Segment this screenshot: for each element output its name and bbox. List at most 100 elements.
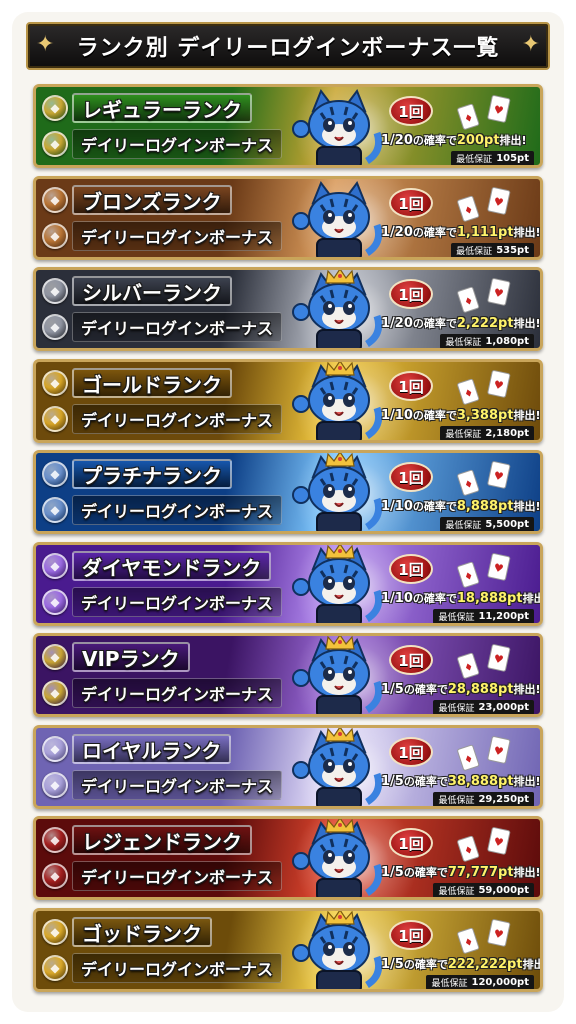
payout-suffix: 排出!: [513, 409, 541, 422]
rank-card[interactable]: ◆ ◆ ブロンズランク デイリーログインボーナス 1回 ♦ ♥ 1/20の確率で…: [33, 176, 543, 260]
odds-value: 1/10: [381, 499, 413, 514]
guarantee-label: 最低保証: [445, 338, 482, 348]
cat-mascot-icon: [292, 89, 383, 165]
daily-login-bonus-label: デイリーログインボーナス: [72, 678, 283, 708]
crown-icon: [325, 453, 355, 467]
guarantee-label: 最低保証: [456, 247, 493, 257]
count-badge: 1回: [389, 371, 433, 401]
rank-name: ロイヤルランク: [72, 734, 232, 764]
rank-card[interactable]: ◆ ◆ レジェンドランク デイリーログインボーナス 1回 ♦ ♥ 1/5の確率で…: [33, 816, 543, 900]
payout-suffix: 排出!: [513, 683, 541, 696]
coin-icon: ◆: [42, 955, 68, 981]
minimum-guarantee: 最低保証 105pt: [451, 151, 534, 165]
payout-points: 18,888pt: [456, 591, 523, 606]
daily-login-bonus-label: デイリーログインボーナス: [72, 953, 283, 983]
count-badge: 1回: [389, 645, 433, 675]
rank-card[interactable]: ◆ ◆ ゴールドランク デイリーログインボーナス 1回 ♦ ♥ 1/10の確率で…: [33, 359, 543, 443]
crown-icon: [325, 270, 355, 284]
coin-icon: ◆: [42, 680, 68, 706]
odds-value: 1/20: [381, 133, 413, 148]
coin-icon: ◆: [42, 461, 68, 487]
odds-mid-label: の確率で: [403, 958, 448, 971]
playing-cards-icon: ♦ ♥: [457, 278, 511, 313]
coin-icon: ◆: [42, 497, 68, 523]
coin-icon: ◆: [42, 406, 68, 432]
odds-value: 1/5: [381, 865, 404, 880]
coin-icon: ◆: [42, 827, 68, 853]
rank-name: シルバーランク: [72, 276, 232, 306]
rank-name: レギュラーランク: [72, 93, 252, 123]
playing-cards-icon: ♦ ♥: [457, 95, 511, 130]
daily-login-bonus-label: デイリーログインボーナス: [72, 861, 283, 891]
coin-icon: ◆: [42, 863, 68, 889]
odds-text: 1/5の確率で28,888pt排出!: [381, 681, 541, 697]
guarantee-value: 120,000pt: [471, 977, 530, 988]
rank-card[interactable]: ◆ ◆ シルバーランク デイリーログインボーナス 1回 ♦ ♥ 1/20の確率で…: [33, 267, 543, 351]
odds-mid-label: の確率で: [412, 134, 457, 147]
odds-mid-label: の確率で: [412, 592, 457, 605]
rank-name: レジェンドランク: [72, 825, 252, 855]
payout-suffix: 排出!: [513, 775, 541, 788]
crown-icon: [325, 362, 355, 376]
crown-icon: [325, 819, 355, 833]
rank-card[interactable]: ◆ ◆ ロイヤルランク デイリーログインボーナス 1回 ♦ ♥ 1/5の確率で3…: [33, 725, 543, 809]
rank-name: ダイヤモンドランク: [72, 551, 272, 581]
odds-text: 1/10の確率で8,888pt排出!: [381, 498, 541, 514]
minimum-guarantee: 最低保証 59,000pt: [433, 883, 534, 897]
daily-login-bonus-label: デイリーログインボーナス: [72, 221, 283, 251]
minimum-guarantee: 最低保証 120,000pt: [426, 975, 534, 989]
odds-value: 1/20: [381, 316, 413, 331]
payout-suffix: 排出!: [513, 226, 541, 239]
odds-mid-label: の確率で: [412, 226, 457, 239]
payout-points: 38,888pt: [447, 774, 514, 789]
guarantee-label: 最低保証: [445, 430, 482, 440]
minimum-guarantee: 最低保証 535pt: [451, 243, 534, 257]
rank-card[interactable]: ◆ ◆ プラチナランク デイリーログインボーナス 1回 ♦ ♥ 1/10の確率で…: [33, 450, 543, 534]
guarantee-value: 23,000pt: [478, 702, 529, 713]
odds-text: 1/5の確率で77,777pt排出!: [381, 864, 541, 880]
page-title: ランク別 デイリーログインボーナス一覧: [76, 36, 500, 61]
coin-icon: ◆: [42, 553, 68, 579]
payout-points: 1,111pt: [456, 225, 514, 240]
guarantee-value: 5,500pt: [485, 519, 529, 530]
minimum-guarantee: 最低保証 23,000pt: [433, 700, 534, 714]
payout-suffix: 排出!: [513, 866, 541, 879]
playing-cards-icon: ♦ ♥: [457, 461, 511, 496]
odds-text: 1/10の確率で18,888pt排出!: [381, 590, 540, 606]
count-badge: 1回: [389, 828, 433, 858]
playing-cards-icon: ♦ ♥: [457, 553, 511, 588]
rank-card[interactable]: ◆ ◆ ダイヤモンドランク デイリーログインボーナス 1回 ♦ ♥ 1/10の確…: [33, 542, 543, 626]
count-badge: 1回: [389, 279, 433, 309]
payout-suffix: 排出!: [522, 958, 540, 971]
page-header: ✦ ランク別 デイリーログインボーナス一覧 ✦: [26, 22, 550, 70]
coin-icon: ◆: [42, 644, 68, 670]
coin-icon: ◆: [42, 278, 68, 304]
odds-mid-label: の確率で: [403, 683, 448, 696]
coin-icon: ◆: [42, 187, 68, 213]
crown-icon: [325, 911, 355, 925]
coin-icon: ◆: [42, 589, 68, 615]
odds-mid-label: の確率で: [403, 775, 448, 788]
odds-value: 1/10: [381, 591, 413, 606]
minimum-guarantee: 最低保証 2,180pt: [440, 426, 534, 440]
coin-icon: ◆: [42, 314, 68, 340]
rank-name: プラチナランク: [72, 459, 232, 489]
playing-cards-icon: ♦ ♥: [457, 736, 511, 771]
playing-cards-icon: ♦ ♥: [457, 919, 511, 954]
minimum-guarantee: 最低保証 29,250pt: [433, 792, 534, 806]
rank-card[interactable]: ◆ ◆ VIPランク デイリーログインボーナス 1回 ♦ ♥ 1/5の確率で28…: [33, 633, 543, 717]
payout-points: 28,888pt: [447, 682, 514, 697]
rank-card[interactable]: ◆ ◆ レギュラーランク デイリーログインボーナス 1回 ♦ ♥ 1/20の確率…: [33, 84, 543, 168]
rank-card[interactable]: ◆ ◆ ゴッドランク デイリーログインボーナス 1回 ♦ ♥ 1/5の確率で22…: [33, 908, 543, 992]
count-badge: 1回: [389, 188, 433, 218]
daily-login-bonus-label: デイリーログインボーナス: [72, 312, 283, 342]
crown-icon: [325, 545, 355, 559]
guarantee-value: 1,080pt: [485, 336, 529, 347]
guarantee-label: 最低保証: [431, 979, 468, 989]
daily-login-bonus-label: デイリーログインボーナス: [72, 129, 283, 159]
daily-login-bonus-label: デイリーログインボーナス: [72, 587, 283, 617]
payout-suffix: 排出!: [513, 500, 541, 513]
guarantee-value: 29,250pt: [478, 794, 529, 805]
coin-icon: ◆: [42, 772, 68, 798]
odds-mid-label: の確率で: [412, 500, 457, 513]
